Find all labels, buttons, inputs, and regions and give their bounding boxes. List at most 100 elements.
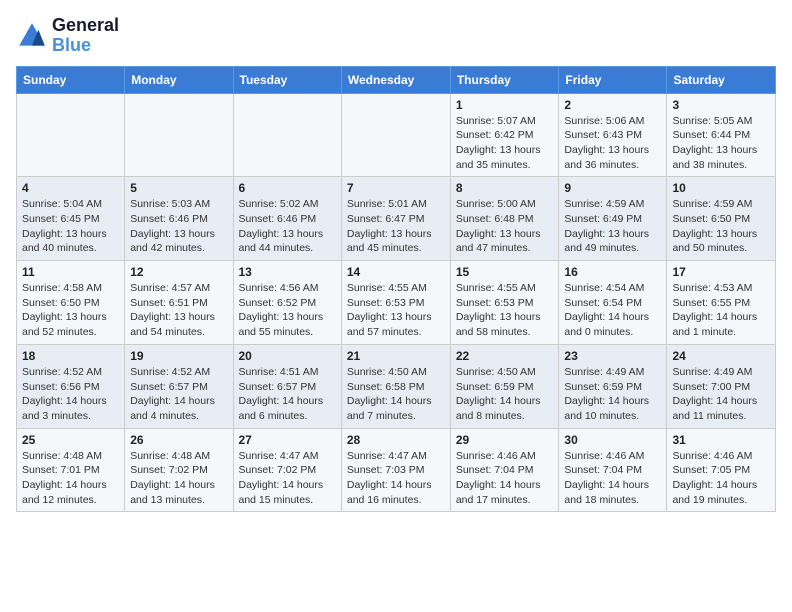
calendar-week-3: 11Sunrise: 4:58 AM Sunset: 6:50 PM Dayli…	[17, 261, 776, 345]
calendar-cell: 12Sunrise: 4:57 AM Sunset: 6:51 PM Dayli…	[125, 261, 233, 345]
day-info: Sunrise: 4:50 AM Sunset: 6:59 PM Dayligh…	[456, 365, 554, 424]
calendar-cell: 13Sunrise: 4:56 AM Sunset: 6:52 PM Dayli…	[233, 261, 341, 345]
day-info: Sunrise: 4:56 AM Sunset: 6:52 PM Dayligh…	[239, 281, 336, 340]
calendar-cell: 2Sunrise: 5:06 AM Sunset: 6:43 PM Daylig…	[559, 93, 667, 177]
calendar-cell: 6Sunrise: 5:02 AM Sunset: 6:46 PM Daylig…	[233, 177, 341, 261]
calendar-cell	[233, 93, 341, 177]
calendar-table: SundayMondayTuesdayWednesdayThursdayFrid…	[16, 66, 776, 513]
calendar-cell	[341, 93, 450, 177]
calendar-week-5: 25 Sunrise: 4:48 AM Sunset: 7:01 PM Dayli…	[17, 428, 776, 512]
page-header: General Blue	[16, 16, 776, 56]
day-number: 18	[22, 349, 119, 363]
day-info: Sunrise: 4:53 AM Sunset: 6:55 PM Dayligh…	[672, 281, 770, 340]
calendar-cell: 24 Sunrise: 4:49 AM Sunset: 7:00 PM Dayli…	[667, 344, 776, 428]
day-number: 23	[564, 349, 661, 363]
calendar-week-1: 1Sunrise: 5:07 AM Sunset: 6:42 PM Daylig…	[17, 93, 776, 177]
day-info: Sunrise: 4:48 AM Sunset: 7:01 PM Dayligh…	[22, 449, 119, 508]
day-info: Sunrise: 4:59 AM Sunset: 6:50 PM Dayligh…	[672, 197, 770, 256]
weekday-header-tuesday: Tuesday	[233, 66, 341, 93]
weekday-header-row: SundayMondayTuesdayWednesdayThursdayFrid…	[17, 66, 776, 93]
calendar-cell: 18 Sunrise: 4:52 AM Sunset: 6:56 PM Dayli…	[17, 344, 125, 428]
calendar-cell: 16 Sunrise: 4:54 AM Sunset: 6:54 PM Dayli…	[559, 261, 667, 345]
weekday-header-friday: Friday	[559, 66, 667, 93]
day-number: 7	[347, 181, 445, 195]
calendar-cell: 26Sunrise: 4:48 AM Sunset: 7:02 PM Dayli…	[125, 428, 233, 512]
calendar-cell: 25 Sunrise: 4:48 AM Sunset: 7:01 PM Dayli…	[17, 428, 125, 512]
day-info: Sunrise: 4:47 AM Sunset: 7:02 PM Dayligh…	[239, 449, 336, 508]
day-number: 12	[130, 265, 227, 279]
calendar-cell: 19Sunrise: 4:52 AM Sunset: 6:57 PM Dayli…	[125, 344, 233, 428]
calendar-cell: 1Sunrise: 5:07 AM Sunset: 6:42 PM Daylig…	[450, 93, 559, 177]
calendar-cell	[125, 93, 233, 177]
day-number: 5	[130, 181, 227, 195]
day-info: Sunrise: 4:52 AM Sunset: 6:56 PM Dayligh…	[22, 365, 119, 424]
day-number: 9	[564, 181, 661, 195]
day-info: Sunrise: 4:51 AM Sunset: 6:57 PM Dayligh…	[239, 365, 336, 424]
day-info: Sunrise: 5:04 AM Sunset: 6:45 PM Dayligh…	[22, 197, 119, 256]
calendar-cell: 20 Sunrise: 4:51 AM Sunset: 6:57 PM Dayli…	[233, 344, 341, 428]
calendar-cell: 9 Sunrise: 4:59 AM Sunset: 6:49 PM Daylig…	[559, 177, 667, 261]
day-info: Sunrise: 5:07 AM Sunset: 6:42 PM Dayligh…	[456, 114, 554, 173]
day-info: Sunrise: 4:46 AM Sunset: 7:04 PM Dayligh…	[564, 449, 661, 508]
calendar-cell: 15 Sunrise: 4:55 AM Sunset: 6:53 PM Dayli…	[450, 261, 559, 345]
day-info: Sunrise: 5:00 AM Sunset: 6:48 PM Dayligh…	[456, 197, 554, 256]
calendar-week-2: 4 Sunrise: 5:04 AM Sunset: 6:45 PM Daylig…	[17, 177, 776, 261]
calendar-cell: 4 Sunrise: 5:04 AM Sunset: 6:45 PM Daylig…	[17, 177, 125, 261]
calendar-cell: 8 Sunrise: 5:00 AM Sunset: 6:48 PM Daylig…	[450, 177, 559, 261]
logo-icon	[16, 20, 48, 52]
day-number: 2	[564, 98, 661, 112]
day-number: 6	[239, 181, 336, 195]
day-info: Sunrise: 4:59 AM Sunset: 6:49 PM Dayligh…	[564, 197, 661, 256]
calendar-cell: 14 Sunrise: 4:55 AM Sunset: 6:53 PM Dayli…	[341, 261, 450, 345]
calendar-week-4: 18 Sunrise: 4:52 AM Sunset: 6:56 PM Dayli…	[17, 344, 776, 428]
day-info: Sunrise: 4:50 AM Sunset: 6:58 PM Dayligh…	[347, 365, 445, 424]
day-info: Sunrise: 4:49 AM Sunset: 7:00 PM Dayligh…	[672, 365, 770, 424]
weekday-header-monday: Monday	[125, 66, 233, 93]
day-number: 4	[22, 181, 119, 195]
day-number: 3	[672, 98, 770, 112]
calendar-cell: 23 Sunrise: 4:49 AM Sunset: 6:59 PM Dayli…	[559, 344, 667, 428]
logo: General Blue	[16, 16, 119, 56]
calendar-cell: 30 Sunrise: 4:46 AM Sunset: 7:04 PM Dayli…	[559, 428, 667, 512]
day-number: 14	[347, 265, 445, 279]
day-number: 31	[672, 433, 770, 447]
day-number: 28	[347, 433, 445, 447]
calendar-cell: 31 Sunrise: 4:46 AM Sunset: 7:05 PM Dayli…	[667, 428, 776, 512]
calendar-cell: 28Sunrise: 4:47 AM Sunset: 7:03 PM Dayli…	[341, 428, 450, 512]
day-number: 25	[22, 433, 119, 447]
calendar-cell: 22 Sunrise: 4:50 AM Sunset: 6:59 PM Dayli…	[450, 344, 559, 428]
weekday-header-wednesday: Wednesday	[341, 66, 450, 93]
day-info: Sunrise: 4:46 AM Sunset: 7:04 PM Dayligh…	[456, 449, 554, 508]
weekday-header-sunday: Sunday	[17, 66, 125, 93]
day-number: 8	[456, 181, 554, 195]
calendar-cell: 17 Sunrise: 4:53 AM Sunset: 6:55 PM Dayli…	[667, 261, 776, 345]
day-info: Sunrise: 4:54 AM Sunset: 6:54 PM Dayligh…	[564, 281, 661, 340]
day-number: 21	[347, 349, 445, 363]
day-info: Sunrise: 4:52 AM Sunset: 6:57 PM Dayligh…	[130, 365, 227, 424]
day-number: 17	[672, 265, 770, 279]
calendar-cell: 10Sunrise: 4:59 AM Sunset: 6:50 PM Dayli…	[667, 177, 776, 261]
weekday-header-saturday: Saturday	[667, 66, 776, 93]
day-info: Sunrise: 4:46 AM Sunset: 7:05 PM Dayligh…	[672, 449, 770, 508]
day-info: Sunrise: 4:48 AM Sunset: 7:02 PM Dayligh…	[130, 449, 227, 508]
day-number: 24	[672, 349, 770, 363]
day-number: 27	[239, 433, 336, 447]
calendar-cell: 5 Sunrise: 5:03 AM Sunset: 6:46 PM Daylig…	[125, 177, 233, 261]
day-info: Sunrise: 4:55 AM Sunset: 6:53 PM Dayligh…	[456, 281, 554, 340]
day-number: 11	[22, 265, 119, 279]
day-info: Sunrise: 4:49 AM Sunset: 6:59 PM Dayligh…	[564, 365, 661, 424]
calendar-cell: 3 Sunrise: 5:05 AM Sunset: 6:44 PM Daylig…	[667, 93, 776, 177]
day-info: Sunrise: 5:03 AM Sunset: 6:46 PM Dayligh…	[130, 197, 227, 256]
day-number: 20	[239, 349, 336, 363]
day-info: Sunrise: 4:55 AM Sunset: 6:53 PM Dayligh…	[347, 281, 445, 340]
day-info: Sunrise: 5:01 AM Sunset: 6:47 PM Dayligh…	[347, 197, 445, 256]
day-number: 16	[564, 265, 661, 279]
calendar-cell: 29Sunrise: 4:46 AM Sunset: 7:04 PM Dayli…	[450, 428, 559, 512]
calendar-cell: 11Sunrise: 4:58 AM Sunset: 6:50 PM Dayli…	[17, 261, 125, 345]
day-number: 22	[456, 349, 554, 363]
day-number: 15	[456, 265, 554, 279]
weekday-header-thursday: Thursday	[450, 66, 559, 93]
calendar-cell	[17, 93, 125, 177]
day-info: Sunrise: 5:05 AM Sunset: 6:44 PM Dayligh…	[672, 114, 770, 173]
day-number: 30	[564, 433, 661, 447]
